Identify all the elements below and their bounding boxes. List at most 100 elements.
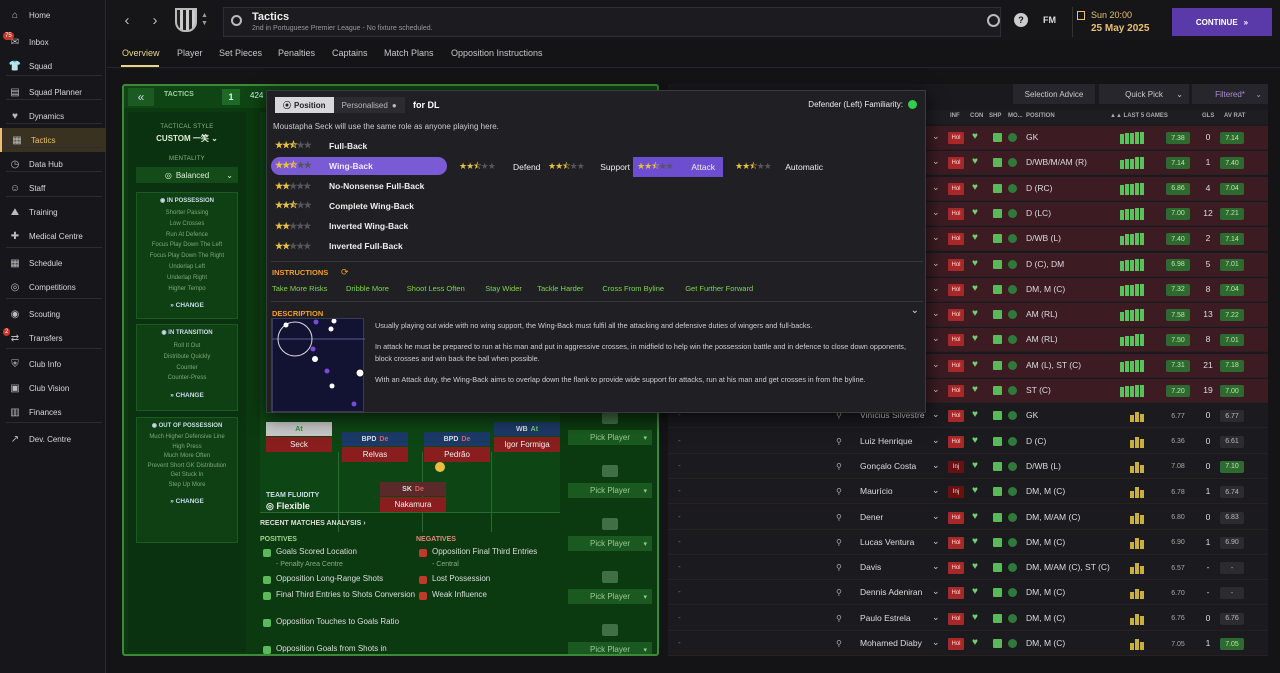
sidebar-item-scouting[interactable]: ◉ Scouting (0, 302, 106, 326)
role-option[interactable]: ★★⯪★★ Wing-Back (271, 157, 447, 175)
role-option[interactable]: ★★★★★ No-Nonsense Full-Back (271, 177, 447, 195)
chevron-down-icon[interactable]: ⌄ (932, 460, 940, 471)
tab-penalties[interactable]: Penalties (278, 48, 315, 58)
chevron-down-icon[interactable]: ⌄ (932, 333, 940, 344)
role-option[interactable]: ★★★★★ Inverted Full-Back (271, 237, 447, 255)
table-row[interactable]: - ⌄ ⚲ Paulo Estrela Hol ♥ DM, M (C) 6.76 0 6.76 (668, 606, 1268, 631)
tab-opposition-instructions[interactable]: Opposition Instructions (451, 48, 543, 58)
table-row[interactable]: - ⌄ ⚲ Maurício Inj ♥ DM, M (C) 6.78 1 6.74 (668, 480, 1268, 505)
player-card-relvas[interactable]: BPD De Relvas (342, 432, 408, 466)
player-name[interactable]: Paulo Estrela (860, 613, 911, 623)
player-card-seck[interactable]: At Seck (266, 422, 332, 456)
chevron-down-icon[interactable]: ⌄ (932, 207, 940, 218)
tab-captains[interactable]: Captains (332, 48, 368, 58)
sidebar-item-training[interactable]: ⛰ Training (0, 200, 106, 224)
col-con[interactable]: CON (970, 113, 983, 119)
change-button[interactable]: » CHANGE (137, 498, 237, 505)
chevron-down-icon[interactable]: ⌄ (932, 485, 940, 496)
sidebar-item-schedule[interactable]: ▦ Schedule (0, 251, 106, 275)
player-card-pedrao[interactable]: BPD De Pedrão (424, 432, 490, 466)
pick-player-dropdown[interactable]: Pick Player ▾ (568, 430, 652, 445)
chevron-down-icon[interactable]: ⌄ (932, 182, 940, 193)
chevron-down-icon[interactable]: ⌄ (932, 308, 940, 319)
pick-player-dropdown[interactable]: Pick Player ▾ (568, 642, 652, 654)
change-button[interactable]: » CHANGE (137, 392, 237, 399)
player-name[interactable]: Davis (860, 562, 881, 572)
chevron-down-icon[interactable]: ⌄ (932, 511, 940, 522)
table-row[interactable]: - ⌄ ⚲ Dener Hol ♥ DM, M/AM (C) 6.80 0 6.83 (668, 505, 1268, 530)
chevron-down-icon[interactable]: ⌄ (932, 131, 940, 142)
table-row[interactable]: - ⌄ ⚲ Lucas Ventura Hol ♥ DM, M (C) 6.90 1 6.90 (668, 530, 1268, 555)
player-name[interactable]: Luiz Henrique (860, 436, 912, 446)
col-shp[interactable]: SHP (989, 113, 1001, 119)
table-row[interactable]: - ⌄ ⚲ Gonçalo Costa Inj ♥ D/WB (L) 7.08 0 7.10 (668, 454, 1268, 479)
sidebar-item-home[interactable]: ⌂ Home (0, 3, 106, 27)
tab-set-pieces[interactable]: Set Pieces (219, 48, 262, 58)
fm-menu-button[interactable]: FM (1043, 15, 1056, 25)
sidebar-item-club-vision[interactable]: ▣ Club Vision (0, 376, 106, 400)
tactic-slot-number[interactable]: 1 (222, 89, 240, 105)
club-crest-icon[interactable] (175, 8, 197, 32)
sidebar-item-club-info[interactable]: ⛨ Club Info (0, 352, 106, 376)
player-name[interactable]: Maurício (860, 486, 893, 496)
col-last5[interactable]: ▲▲ LAST 5 GAMES (1110, 113, 1168, 119)
sidebar-item-competitions[interactable]: ◎ Competitions (0, 275, 106, 299)
pick-player-dropdown[interactable]: Pick Player ▾ (568, 483, 652, 498)
tab-player[interactable]: Player (177, 48, 203, 58)
sidebar-item-transfers[interactable]: ⇄ Transfers 2 (0, 326, 106, 350)
tab-overview[interactable]: Overview (122, 48, 160, 58)
sidebar-item-squad-planner[interactable]: ▤ Squad Planner (0, 80, 106, 104)
chevron-down-icon[interactable]: ⌄ (932, 637, 940, 648)
recent-matches-analysis-link[interactable]: RECENT MATCHES ANALYSIS › (260, 520, 366, 527)
duty-option[interactable]: ★★⯪★★ Automatic (731, 157, 823, 177)
player-card-igor-formiga[interactable]: WB At Igor Formiga (494, 422, 560, 456)
chevron-down-icon[interactable]: ⌄ (932, 586, 940, 597)
chevron-down-icon[interactable]: ⌄ (932, 561, 940, 572)
sidebar-item-inbox[interactable]: ✉ Inbox 75 (0, 30, 106, 54)
col-mo[interactable]: MO... (1008, 113, 1023, 119)
tab-personalised[interactable]: Personalised ● (333, 97, 405, 113)
tab-match-plans[interactable]: Match Plans (384, 48, 434, 58)
duty-option[interactable]: ★★⯪★★ Defend (455, 157, 543, 177)
sidebar-item-dynamics[interactable]: ♥ Dynamics (0, 104, 106, 128)
club-switch-icon[interactable]: ▲ ▼ (201, 12, 208, 28)
back-arrow-icon[interactable]: ‹ (117, 10, 137, 30)
table-row[interactable]: - ⌄ ⚲ Mohamed Diaby Hol ♥ DM, M (C) 7.05 1 7.05 (668, 632, 1268, 656)
chevron-down-icon[interactable]: ⌄ (932, 435, 940, 446)
chevron-down-icon[interactable]: ⌄ (932, 536, 940, 547)
player-name[interactable]: Mohamed Diaby (860, 638, 922, 648)
sidebar-item-finances[interactable]: ▥ Finances (0, 400, 106, 424)
ball-icon[interactable] (987, 14, 1000, 27)
pick-player-dropdown[interactable]: Pick Player ▾ (568, 589, 652, 604)
table-row[interactable]: - ⌄ ⚲ Davis Hol ♥ DM, M/AM (C), ST (C) 6.57- - (668, 556, 1268, 581)
forward-arrow-icon[interactable]: › (145, 10, 165, 30)
role-option[interactable]: ★★⯪★★ Complete Wing-Back (271, 197, 447, 215)
chevron-down-icon[interactable]: ⌄ (932, 156, 940, 167)
chevron-down-icon[interactable]: ⌄ (932, 612, 940, 623)
chevron-down-icon[interactable]: ⌄ (932, 232, 940, 243)
col-inf[interactable]: INF (950, 113, 960, 119)
player-name[interactable]: Lucas Ventura (860, 537, 914, 547)
sidebar-item-medical-centre[interactable]: ✚ Medical Centre (0, 224, 106, 248)
chevron-down-icon[interactable]: ⌄ (932, 409, 940, 420)
chevron-down-icon[interactable]: ⌄ (911, 305, 919, 316)
collapse-panel-button[interactable]: « (128, 88, 154, 106)
table-row[interactable]: - ⌄ ⚲ Dennis Adeniran Hol ♥ DM, M (C) 6.70- - (668, 581, 1268, 606)
col-position[interactable]: POSITION (1026, 113, 1055, 119)
selection-advice-button[interactable]: Selection Advice (1013, 84, 1095, 104)
change-button[interactable]: » CHANGE (137, 302, 237, 309)
tactics-chip[interactable]: TACTICS (164, 91, 194, 98)
col-avrat[interactable]: AV RAT (1224, 113, 1245, 119)
player-name[interactable]: Dennis Adeniran (860, 587, 922, 597)
table-row[interactable]: - ⌄ ⚲ Luiz Henrique Hol ♥ D (C) 6.36 0 6.61 (668, 429, 1268, 454)
pick-player-dropdown[interactable]: Pick Player ▾ (568, 536, 652, 551)
chevron-down-icon[interactable]: ⌄ (932, 258, 940, 269)
role-option[interactable]: ★★★★★ Inverted Wing-Back (271, 217, 447, 235)
sidebar-item-data-hub[interactable]: ◷ Data Hub (0, 152, 106, 176)
player-name[interactable]: Dener (860, 512, 883, 522)
continue-button[interactable]: CONTINUE » (1172, 8, 1272, 36)
role-option[interactable]: ★★⯪★★ Full-Back (271, 137, 447, 155)
tab-position[interactable]: ⦿ Position (275, 97, 334, 113)
tactical-style-value[interactable]: CUSTOM 一笑 ⌄ (128, 133, 246, 144)
chevron-down-icon[interactable]: ⌄ (932, 384, 940, 395)
